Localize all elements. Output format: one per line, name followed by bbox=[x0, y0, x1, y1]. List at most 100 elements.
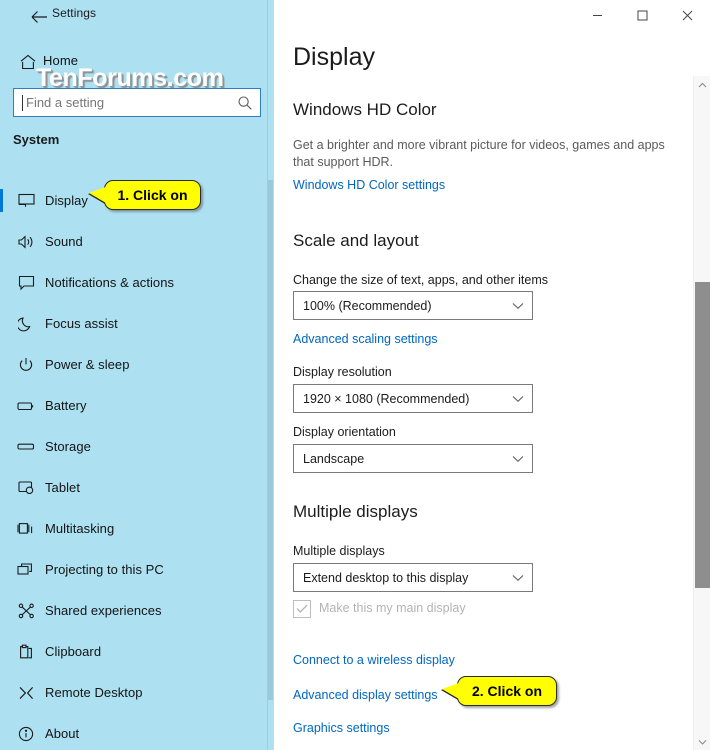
sidebar-item-remote-desktop-label: Remote Desktop bbox=[45, 685, 143, 700]
resolution-field-label: Display resolution bbox=[293, 365, 392, 379]
window-title: Settings bbox=[52, 6, 97, 20]
orientation-field-label: Display orientation bbox=[293, 425, 396, 439]
sidebar-item-about-label: About bbox=[45, 726, 80, 741]
sidebar-item-about[interactable]: About bbox=[0, 713, 267, 750]
close-button[interactable] bbox=[665, 0, 710, 31]
resolution-dropdown[interactable]: 1920 × 1080 (Recommended) bbox=[293, 384, 533, 413]
speaker-icon bbox=[15, 231, 37, 253]
sidebar-item-display-label: Display bbox=[45, 193, 88, 208]
sidebar-item-battery-label: Battery bbox=[45, 398, 87, 413]
scroll-down-arrow-icon[interactable] bbox=[694, 733, 710, 750]
callout-tail bbox=[442, 683, 459, 699]
callout-step-2: 2. Click on bbox=[442, 676, 557, 706]
sidebar-item-battery[interactable]: Battery bbox=[0, 385, 267, 426]
sidebar-item-projecting[interactable]: Projecting to this PC bbox=[0, 549, 267, 590]
settings-window: Settings Home TenForums.com Find a setti… bbox=[0, 0, 710, 750]
multiple-displays-dropdown-value: Extend desktop to this display bbox=[303, 570, 469, 585]
make-main-display-checkbox[interactable] bbox=[293, 600, 311, 618]
sidebar-item-sound[interactable]: Sound bbox=[0, 221, 267, 262]
selection-indicator bbox=[0, 189, 3, 212]
home-icon bbox=[18, 52, 38, 72]
chevron-down-icon bbox=[512, 297, 524, 315]
sidebar-item-multitasking[interactable]: Multitasking bbox=[0, 508, 267, 549]
moon-icon bbox=[15, 313, 37, 335]
maximize-button[interactable] bbox=[620, 0, 665, 31]
resolution-dropdown-value: 1920 × 1080 (Recommended) bbox=[303, 391, 470, 406]
chevron-down-icon bbox=[512, 450, 524, 468]
info-icon bbox=[15, 723, 37, 745]
sidebar-item-power-sleep[interactable]: Power & sleep bbox=[0, 344, 267, 385]
orientation-dropdown-value: Landscape bbox=[303, 451, 365, 466]
windows-hd-color-settings-link[interactable]: Windows HD Color settings bbox=[293, 178, 445, 192]
scale-field-label: Change the size of text, apps, and other… bbox=[293, 273, 549, 287]
scale-dropdown[interactable]: 100% (Recommended) bbox=[293, 291, 533, 320]
sidebar-titlebar: Settings bbox=[0, 0, 274, 34]
sidebar-item-home-label: Home bbox=[43, 53, 79, 68]
callout-step-2-text: 2. Click on bbox=[471, 683, 543, 699]
multiple-displays-dropdown[interactable]: Extend desktop to this display bbox=[293, 563, 533, 592]
clipboard-icon bbox=[15, 641, 37, 663]
minimize-button[interactable] bbox=[575, 0, 620, 31]
advanced-scaling-settings-link[interactable]: Advanced scaling settings bbox=[293, 332, 438, 346]
projecting-icon bbox=[15, 559, 37, 581]
battery-icon bbox=[15, 395, 37, 417]
window-controls bbox=[575, 0, 710, 31]
sidebar-item-sound-label: Sound bbox=[45, 234, 83, 249]
settings-sections: Windows HD Color Get a brighter and more… bbox=[274, 92, 710, 750]
sidebar-scrollbar-thumb[interactable] bbox=[268, 180, 273, 700]
storage-icon bbox=[15, 436, 37, 458]
sidebar-item-shared-experiences[interactable]: Shared experiences bbox=[0, 590, 267, 631]
search-placeholder: Find a setting bbox=[26, 95, 105, 110]
section-heading-hd-color: Windows HD Color bbox=[293, 100, 437, 119]
search-icon[interactable] bbox=[237, 95, 253, 111]
sidebar-item-shared-experiences-label: Shared experiences bbox=[45, 603, 162, 618]
callout-step-1-text: 1. Click on bbox=[117, 187, 188, 203]
power-icon bbox=[15, 354, 37, 376]
sidebar-item-clipboard[interactable]: Clipboard bbox=[0, 631, 267, 672]
sidebar: Settings Home TenForums.com Find a setti… bbox=[0, 0, 274, 750]
search-input[interactable]: Find a setting bbox=[13, 88, 261, 117]
sidebar-item-remote-desktop[interactable]: Remote Desktop bbox=[0, 672, 267, 713]
graphics-settings-link[interactable]: Graphics settings bbox=[293, 721, 390, 735]
section-heading-multiple-displays: Multiple displays bbox=[293, 502, 418, 521]
sidebar-item-power-sleep-label: Power & sleep bbox=[45, 357, 130, 372]
sidebar-item-notifications[interactable]: Notifications & actions bbox=[0, 262, 267, 303]
chevron-down-icon bbox=[512, 569, 524, 587]
page-title: Display bbox=[293, 43, 375, 71]
main-scrollbar-thumb[interactable] bbox=[695, 282, 710, 588]
search-caret bbox=[22, 95, 23, 111]
sidebar-group-heading: System bbox=[13, 132, 60, 147]
sidebar-item-focus-assist-label: Focus assist bbox=[45, 316, 118, 331]
sidebar-item-notifications-label: Notifications & actions bbox=[45, 275, 175, 290]
sidebar-item-focus-assist[interactable]: Focus assist bbox=[0, 303, 267, 344]
monitor-icon bbox=[15, 190, 37, 212]
sidebar-item-projecting-label: Projecting to this PC bbox=[45, 562, 164, 577]
main-content: Display Windows HD Color Get a brighter … bbox=[274, 0, 710, 750]
scale-dropdown-value: 100% (Recommended) bbox=[303, 298, 432, 313]
multiple-displays-field-label: Multiple displays bbox=[293, 544, 385, 558]
tablet-icon bbox=[15, 477, 37, 499]
shared-experiences-icon bbox=[15, 600, 37, 622]
sidebar-nav-list: Display Sound Notifications & actions Fo… bbox=[0, 180, 267, 750]
chevron-down-icon bbox=[512, 390, 524, 408]
make-main-display-label: Make this my main display bbox=[319, 601, 466, 615]
advanced-display-settings-link[interactable]: Advanced display settings bbox=[293, 688, 438, 702]
back-button[interactable] bbox=[26, 5, 52, 29]
orientation-dropdown[interactable]: Landscape bbox=[293, 444, 533, 473]
hd-color-description: Get a brighter and more vibrant picture … bbox=[293, 138, 665, 169]
sidebar-item-storage[interactable]: Storage bbox=[0, 426, 267, 467]
sidebar-scrollbar[interactable] bbox=[267, 0, 274, 750]
scroll-up-arrow-icon[interactable] bbox=[694, 76, 710, 93]
section-heading-scale-layout: Scale and layout bbox=[293, 231, 419, 250]
sidebar-item-tablet[interactable]: Tablet bbox=[0, 467, 267, 508]
sidebar-item-clipboard-label: Clipboard bbox=[45, 644, 102, 659]
remote-desktop-icon bbox=[15, 682, 37, 704]
callout-step-1: 1. Click on bbox=[89, 180, 201, 210]
sidebar-item-home[interactable]: Home bbox=[0, 47, 267, 77]
connect-wireless-display-link[interactable]: Connect to a wireless display bbox=[293, 653, 455, 667]
sidebar-item-tablet-label: Tablet bbox=[45, 480, 80, 495]
callout-tail bbox=[89, 187, 106, 203]
main-scrollbar[interactable] bbox=[693, 76, 710, 750]
notification-icon bbox=[15, 272, 37, 294]
sidebar-item-storage-label: Storage bbox=[45, 439, 91, 454]
